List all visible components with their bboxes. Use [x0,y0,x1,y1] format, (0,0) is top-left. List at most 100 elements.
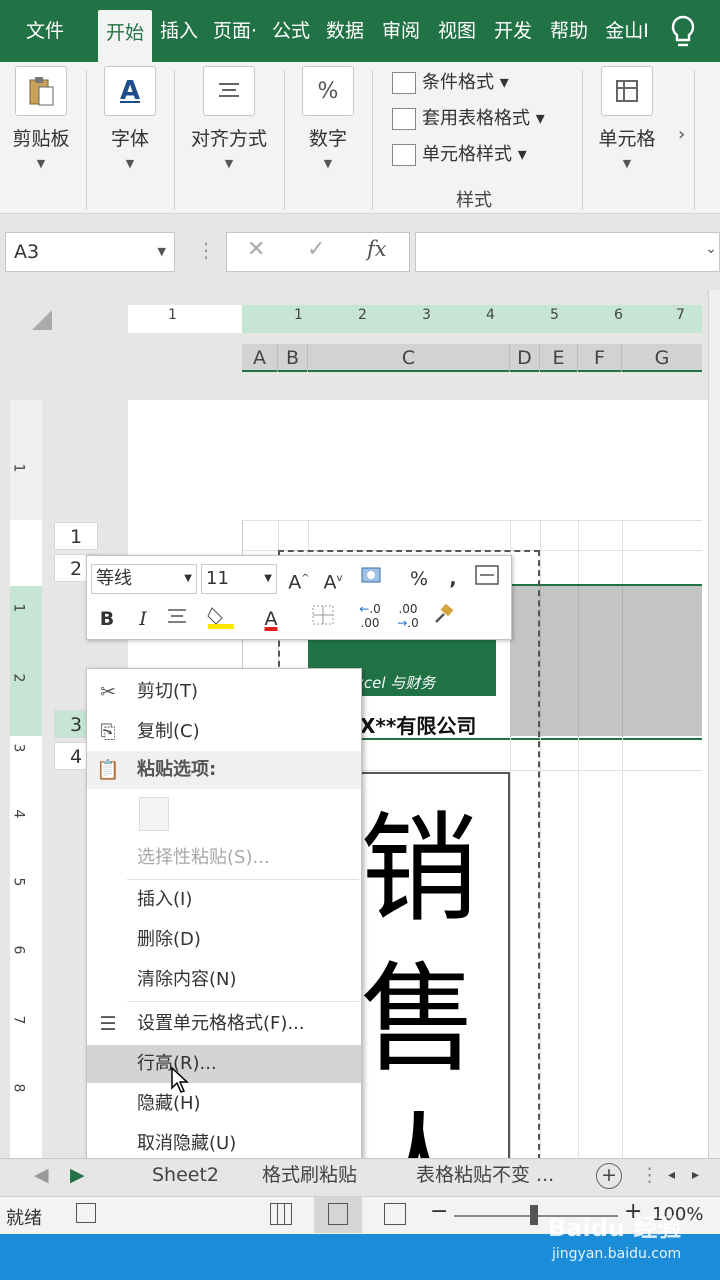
center-align-icon[interactable] [163,604,191,634]
cancel-icon[interactable]: ✕ [247,237,265,262]
name-box[interactable]: A3 ▼ [5,232,175,272]
zoom-slider-thumb[interactable] [530,1205,538,1225]
ribbon: 剪贴板 ▼ A 字体 ▼ 对齐方式 ▼ % 数字 ▼ 条件格式 ▾ 套用表格格式… [0,62,720,214]
column-header-c[interactable]: C [308,344,510,372]
column-header-f[interactable]: F [578,344,622,372]
divider [284,70,285,210]
sheet-tab-sheet2[interactable]: Sheet2 [152,1159,219,1195]
normal-view-icon[interactable] [270,1203,292,1225]
menu-item-row-height[interactable]: 行高(R)... [87,1045,361,1083]
fill-color-icon[interactable] [199,604,243,634]
zoom-out-button[interactable]: − [430,1199,448,1224]
enter-icon[interactable]: ✓ [307,237,325,262]
sheet-tab-format-painter[interactable]: 格式刷粘贴 [262,1159,357,1195]
alignment-label: 对齐方式 [190,128,267,150]
tab-view[interactable]: 视图 [432,8,482,54]
font-size-select[interactable]: 11 ▼ [201,564,277,594]
font-group-button[interactable]: A 字体 ▼ [98,66,162,170]
vertical-ruler: 1 1 2 3 4 5 6 7 8 [10,400,42,1160]
increase-decimal-button[interactable]: ←.0.00 [353,602,387,632]
menu-item-format-cells[interactable]: ☰ 设置单元格格式(F)... [87,1005,361,1043]
tab-kingsoft[interactable]: 金山I [600,8,654,54]
tab-help[interactable]: 帮助 [544,8,594,54]
page-layout-view-icon [328,1203,348,1225]
accounting-format-icon[interactable] [353,564,393,594]
select-all-corner[interactable] [32,310,52,330]
insert-function-icon[interactable]: fx [367,237,387,261]
comma-style-button[interactable]: , [439,564,467,594]
grow-font-button[interactable]: A^ [285,564,313,594]
table-format-button[interactable]: 套用表格格式 ▾ [392,104,545,134]
divider [694,70,695,210]
column-header-a[interactable]: A [242,344,278,372]
font-label: 字体 [110,128,149,150]
font-name-select[interactable]: 等线 ▼ [91,564,197,594]
column-header-b[interactable]: B [278,344,308,372]
format-painter-icon[interactable] [429,603,457,634]
sheet-tab-table-paste[interactable]: 表格粘贴不变 ... [416,1159,554,1195]
merge-center-icon[interactable] [473,564,501,594]
paste-option-button[interactable] [87,791,361,841]
formula-input[interactable]: ⌄ [415,232,720,272]
cell-style-icon [392,144,416,166]
ribbon-scroll-right-icon[interactable]: › [678,124,685,145]
menu-item-delete[interactable]: 删除(D) [87,921,361,959]
italic-button[interactable]: I [129,604,157,634]
ruler-number: 4 [10,809,27,819]
percent-style-button[interactable]: % [405,564,433,594]
scroll-right-icon[interactable]: ▶ [70,1159,85,1195]
chevron-down-icon: ▼ [264,573,272,584]
tab-page-layout[interactable]: 页面· [208,8,262,54]
clipboard-group-button[interactable]: 剪贴板 ▼ [8,66,74,170]
column-header-d[interactable]: D [510,344,540,372]
conditional-format-button[interactable]: 条件格式 ▾ [392,68,509,98]
menu-item-clear-contents[interactable]: 清除内容(N) [87,961,361,999]
tab-formulas[interactable]: 公式 [266,8,316,54]
lightbulb-icon[interactable] [668,14,698,50]
menu-item-hide[interactable]: 隐藏(H) [87,1085,361,1123]
menu-item-paste-special[interactable]: 选择性粘贴(S)... [87,839,361,877]
expand-formula-icon[interactable]: ⌄ [705,241,717,257]
cells-label: 单元格 [598,128,656,150]
vertical-scrollbar[interactable] [708,290,720,1158]
bold-button[interactable]: B [93,604,121,634]
tab-splitter[interactable]: ⋮ [640,1159,659,1195]
menu-item-insert[interactable]: 插入(I) [87,881,361,919]
ruler-number: 1 [10,463,27,473]
cell-style-button[interactable]: 单元格样式 ▾ [392,140,527,170]
chevron-down-icon: ▼ [323,157,333,170]
number-group-button[interactable]: % 数字 ▼ [296,66,360,170]
divider [127,879,359,880]
styles-group-label: 样式 [456,190,492,211]
cells-icon [601,66,653,116]
scroll-left-icon[interactable]: ◂ [668,1159,675,1195]
font-icon: A [104,66,156,116]
tab-insert[interactable]: 插入 [156,8,202,54]
menu-item-cut[interactable]: ✂ 剪切(T) [87,673,361,711]
add-sheet-button[interactable]: + [596,1163,622,1189]
formula-bar-resize-handle[interactable]: ⋮ [196,238,216,262]
alignment-group-button[interactable]: 对齐方式 ▼ [184,66,274,170]
column-header-e[interactable]: E [540,344,578,372]
scroll-right-icon[interactable]: ▸ [692,1159,699,1195]
sheet-tab-bar: ◀ ▶ Sheet2 格式刷粘贴 表格粘贴不变 ... + ⋮ ◂ ▸ [0,1158,720,1196]
tab-data[interactable]: 数据 [320,8,370,54]
menu-item-copy[interactable]: ⎘ 复制(C) [87,713,361,751]
tab-review[interactable]: 审阅 [376,8,426,54]
decrease-decimal-button[interactable]: .00 →.0 [391,602,425,632]
tab-home[interactable]: 开始 [98,10,152,62]
row-header-1[interactable]: 1 [54,522,98,550]
tab-developer[interactable]: 开发 [488,8,538,54]
cells-group-button[interactable]: 单元格 ▼ [594,66,660,170]
font-color-button[interactable]: A [249,604,293,634]
borders-icon[interactable] [301,604,345,634]
shrink-font-button[interactable]: Av [319,564,347,594]
tab-file[interactable]: 文件 [8,8,82,54]
page-break-view-icon[interactable] [384,1203,406,1225]
percent-icon: % [302,66,354,116]
macro-record-icon[interactable] [76,1203,96,1223]
watermark-url: jingyan.baidu.com [552,1246,682,1262]
scroll-left-icon[interactable]: ◀ [34,1159,49,1195]
ruler-number: 6 [10,945,27,955]
column-header-g[interactable]: G [622,344,702,372]
